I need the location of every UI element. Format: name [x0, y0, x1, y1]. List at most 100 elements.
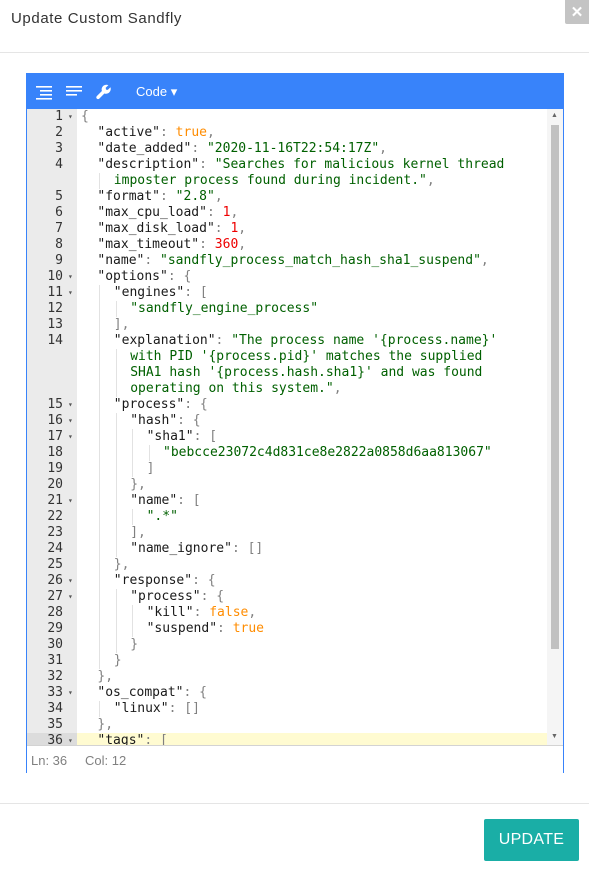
line-number: 6 [27, 205, 77, 221]
code-line: "name": "sandfly_process_match_hash_sha1… [77, 253, 547, 269]
fold-toggle-icon[interactable]: ▾ [68, 573, 73, 589]
code-token: : [160, 125, 176, 140]
indent-guide [115, 621, 117, 637]
indent-guide [99, 573, 101, 589]
code-token: : [206, 205, 223, 220]
line-number: 3 [27, 141, 77, 157]
indent-guide [99, 477, 101, 493]
fold-toggle-icon[interactable]: ▾ [68, 397, 73, 413]
code-line: ], [77, 317, 547, 333]
code-token: : [199, 157, 215, 172]
code-line: "linux": [] [77, 701, 547, 717]
code-token: }, [113, 557, 130, 572]
scroll-up-icon[interactable]: ▲ [551, 112, 558, 119]
fold-toggle-icon[interactable]: ▾ [68, 589, 73, 605]
line-number [27, 349, 77, 365]
code-token: "format" [97, 189, 161, 204]
indent-guide [132, 509, 134, 525]
code-area[interactable]: {"active": true, "date_added": "2020-11-1… [77, 109, 547, 745]
code-token: , [379, 141, 387, 156]
indent-guide [115, 509, 117, 525]
code-line: } [77, 637, 547, 653]
close-button[interactable]: ✕ [565, 0, 589, 24]
code-line: ".*" [77, 509, 547, 525]
indent-guide [115, 429, 117, 445]
code-token: "options" [97, 269, 168, 284]
line-number-text: 13 [47, 317, 63, 332]
code-line: }, [77, 717, 547, 733]
line-number: 21 ▾ [27, 493, 77, 509]
fold-toggle-icon[interactable]: ▾ [68, 733, 73, 745]
code-token: false [209, 605, 249, 620]
indent-guide [99, 365, 101, 381]
code-token: , [206, 125, 215, 140]
line-number-text: 23 [47, 525, 63, 540]
code-line: "hash": { [77, 413, 547, 429]
indent-guide [99, 397, 101, 413]
line-number-text: 31 [47, 653, 63, 668]
code-line: "max_timeout": 360, [77, 237, 547, 253]
line-number-text: 27 [47, 589, 63, 604]
scroll-down-icon[interactable]: ▼ [551, 733, 558, 740]
line-number-text: 5 [55, 189, 63, 204]
code-line: ] [77, 461, 547, 477]
code-token: : [] [168, 701, 200, 716]
code-token: "suspend" [146, 621, 218, 636]
line-number [27, 381, 77, 397]
code-token: { [81, 109, 89, 124]
fold-toggle-icon[interactable]: ▾ [68, 109, 73, 125]
code-token: : [217, 621, 233, 636]
code-token: }, [130, 477, 146, 492]
line-number: 31 [27, 653, 77, 669]
line-number-text: 22 [47, 509, 63, 524]
code-token: "active" [97, 125, 161, 140]
code-token: : { [200, 589, 225, 604]
line-number: 34 [27, 701, 77, 717]
code-token: : { [183, 685, 207, 700]
code-token: , [230, 205, 239, 220]
line-number-text: 35 [47, 717, 63, 732]
line-number-text: 10 [47, 269, 63, 284]
repair-icon[interactable] [94, 82, 114, 102]
code-token: } [113, 653, 122, 668]
indent-guide [99, 301, 101, 317]
line-number-text: 24 [47, 541, 63, 556]
code-line: "explanation": "The process name '{proce… [77, 333, 547, 349]
compact-icon[interactable] [64, 82, 84, 102]
mode-dropdown[interactable]: Code ▾ [136, 84, 177, 100]
code-line: }, [77, 477, 547, 493]
indent-guide [132, 621, 134, 637]
fold-toggle-icon[interactable]: ▾ [68, 269, 73, 285]
indent-guide [99, 461, 101, 477]
fold-toggle-icon[interactable]: ▾ [68, 685, 73, 701]
code-token: "process" [130, 589, 201, 604]
code-token: operating on this system." [130, 381, 334, 396]
line-number-text: 8 [55, 237, 63, 252]
code-token: : [ [193, 429, 218, 444]
fold-toggle-icon[interactable]: ▾ [68, 429, 73, 445]
vertical-scrollbar[interactable]: ▲ ▼ [547, 109, 563, 745]
line-number: 1 ▾ [27, 109, 77, 125]
line-number: 26 ▾ [27, 573, 77, 589]
line-number-text: 7 [55, 221, 63, 236]
code-line: "active": true, [77, 125, 547, 141]
indent-guide [115, 381, 117, 397]
scrollbar-thumb[interactable] [551, 125, 559, 649]
format-icon[interactable] [34, 82, 54, 102]
code-token: "sha1" [146, 429, 194, 444]
fold-toggle-icon[interactable]: ▾ [68, 493, 73, 509]
update-button[interactable]: UPDATE [484, 819, 579, 861]
code-token: : [144, 253, 161, 268]
fold-toggle-icon[interactable]: ▾ [68, 413, 73, 429]
line-number-text: 29 [47, 621, 63, 636]
footer-divider [0, 803, 589, 804]
code-token: : { [177, 413, 201, 428]
cursor-column: Col: 12 [85, 753, 127, 768]
line-number: 29 [27, 621, 77, 637]
code-token: , [248, 605, 257, 620]
fold-toggle-icon[interactable]: ▾ [68, 285, 73, 301]
code-line: "description": "Searches for malicious k… [77, 157, 547, 173]
indent-guide [99, 493, 101, 509]
line-number-text: 2 [55, 125, 63, 140]
indent-guide [99, 333, 101, 349]
